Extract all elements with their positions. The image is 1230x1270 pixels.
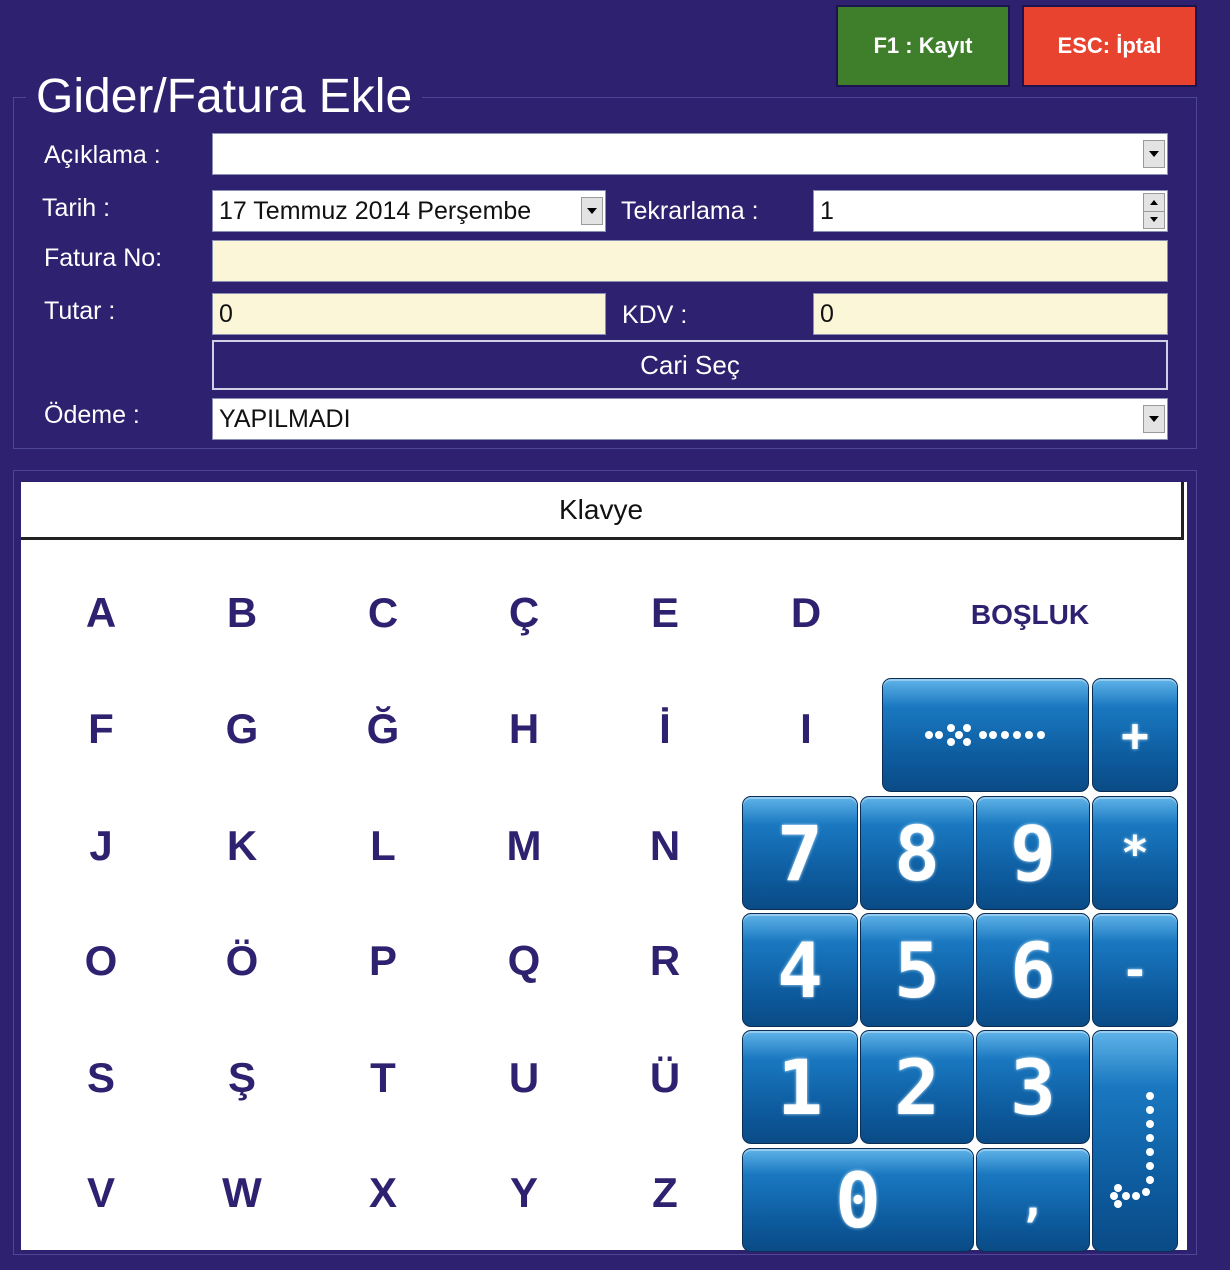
- space-key[interactable]: BOŞLUK: [930, 585, 1130, 645]
- keyboard-title: Klavye: [21, 482, 1184, 540]
- tutar-value: 0: [219, 299, 233, 328]
- key-c-cedilla[interactable]: Ç: [479, 578, 569, 648]
- key-o[interactable]: O: [56, 926, 146, 996]
- tekrarlama-label: Tekrarlama :: [621, 197, 759, 225]
- spin-up-icon[interactable]: [1144, 194, 1164, 211]
- key-x[interactable]: X: [338, 1158, 428, 1228]
- key-a[interactable]: A: [56, 578, 146, 648]
- odeme-combobox[interactable]: YAPILMADI: [212, 398, 1168, 440]
- key-g-breve[interactable]: Ğ: [338, 694, 428, 764]
- tekrarlama-value: 1: [820, 196, 834, 225]
- kdv-label: KDV :: [622, 301, 688, 329]
- key-m[interactable]: M: [479, 811, 569, 881]
- tutar-label: Tutar :: [44, 297, 116, 325]
- aciklama-label: Açıklama :: [44, 141, 161, 169]
- key-h[interactable]: H: [479, 694, 569, 764]
- spinner-buttons[interactable]: [1143, 193, 1165, 229]
- numpad-4[interactable]: 4: [742, 913, 858, 1027]
- key-o-umlaut[interactable]: Ö: [197, 926, 287, 996]
- fatura-no-input[interactable]: [212, 240, 1168, 282]
- numpad-8[interactable]: 8: [860, 796, 974, 910]
- key-z[interactable]: Z: [620, 1158, 710, 1228]
- key-e[interactable]: E: [620, 578, 710, 648]
- key-r[interactable]: R: [620, 926, 710, 996]
- minus-key[interactable]: -: [1092, 913, 1178, 1027]
- key-l[interactable]: L: [338, 811, 428, 881]
- key-g[interactable]: G: [197, 694, 287, 764]
- multiply-key[interactable]: *: [1092, 796, 1178, 910]
- tekrarlama-stepper[interactable]: 1: [813, 190, 1168, 232]
- key-w[interactable]: W: [197, 1158, 287, 1228]
- numpad-5[interactable]: 5: [860, 913, 974, 1027]
- key-p[interactable]: P: [338, 926, 428, 996]
- key-u-umlaut[interactable]: Ü: [620, 1043, 710, 1113]
- key-i-dotted[interactable]: İ: [620, 694, 710, 764]
- key-q[interactable]: Q: [479, 926, 569, 996]
- numpad-3[interactable]: 3: [976, 1030, 1090, 1144]
- key-c[interactable]: C: [338, 578, 428, 648]
- backspace-key[interactable]: [882, 678, 1089, 792]
- enter-key[interactable]: [1092, 1030, 1178, 1252]
- page-title: Gider/Fatura Ekle: [26, 68, 423, 126]
- key-t[interactable]: T: [338, 1043, 428, 1113]
- tarih-datepicker[interactable]: 17 Temmuz 2014 Perşembe: [212, 190, 606, 232]
- comma-key[interactable]: ,: [976, 1148, 1090, 1252]
- numpad-0[interactable]: 0: [742, 1148, 974, 1252]
- numpad-1[interactable]: 1: [742, 1030, 858, 1144]
- tutar-input[interactable]: 0: [212, 293, 606, 335]
- plus-key[interactable]: +: [1092, 678, 1178, 792]
- key-f[interactable]: F: [56, 694, 146, 764]
- chevron-down-icon[interactable]: [1143, 405, 1165, 433]
- kdv-input[interactable]: 0: [813, 293, 1168, 335]
- enter-icon: [1110, 1092, 1154, 1208]
- chevron-down-icon[interactable]: [581, 197, 603, 225]
- spin-down-icon[interactable]: [1144, 210, 1164, 229]
- numpad-2[interactable]: 2: [860, 1030, 974, 1144]
- key-i-dotless[interactable]: I: [761, 694, 851, 764]
- key-s-cedilla[interactable]: Ş: [197, 1043, 287, 1113]
- numpad-7[interactable]: 7: [742, 796, 858, 910]
- key-n[interactable]: N: [620, 811, 710, 881]
- odeme-value: YAPILMADI: [219, 404, 351, 433]
- backspace-icon: [924, 724, 1045, 746]
- cari-sec-button[interactable]: Cari Seç: [212, 340, 1168, 390]
- save-button[interactable]: F1 : Kayıt: [836, 5, 1010, 87]
- key-b[interactable]: B: [197, 578, 287, 648]
- odeme-label: Ödeme :: [44, 401, 140, 429]
- kdv-value: 0: [820, 299, 834, 328]
- key-v[interactable]: V: [56, 1158, 146, 1228]
- numpad-6[interactable]: 6: [976, 913, 1090, 1027]
- key-k[interactable]: K: [197, 811, 287, 881]
- fatura-no-label: Fatura No:: [44, 244, 163, 272]
- key-j[interactable]: J: [56, 811, 146, 881]
- numpad-9[interactable]: 9: [976, 796, 1090, 910]
- chevron-down-icon[interactable]: [1143, 140, 1165, 168]
- cancel-button[interactable]: ESC: İptal: [1022, 5, 1197, 87]
- tarih-label: Tarih :: [42, 194, 111, 222]
- key-s[interactable]: S: [56, 1043, 146, 1113]
- tarih-value: 17 Temmuz 2014 Perşembe: [219, 196, 532, 225]
- key-y[interactable]: Y: [479, 1158, 569, 1228]
- aciklama-combobox[interactable]: [212, 133, 1168, 175]
- key-u[interactable]: U: [479, 1043, 569, 1113]
- key-d[interactable]: D: [761, 578, 851, 648]
